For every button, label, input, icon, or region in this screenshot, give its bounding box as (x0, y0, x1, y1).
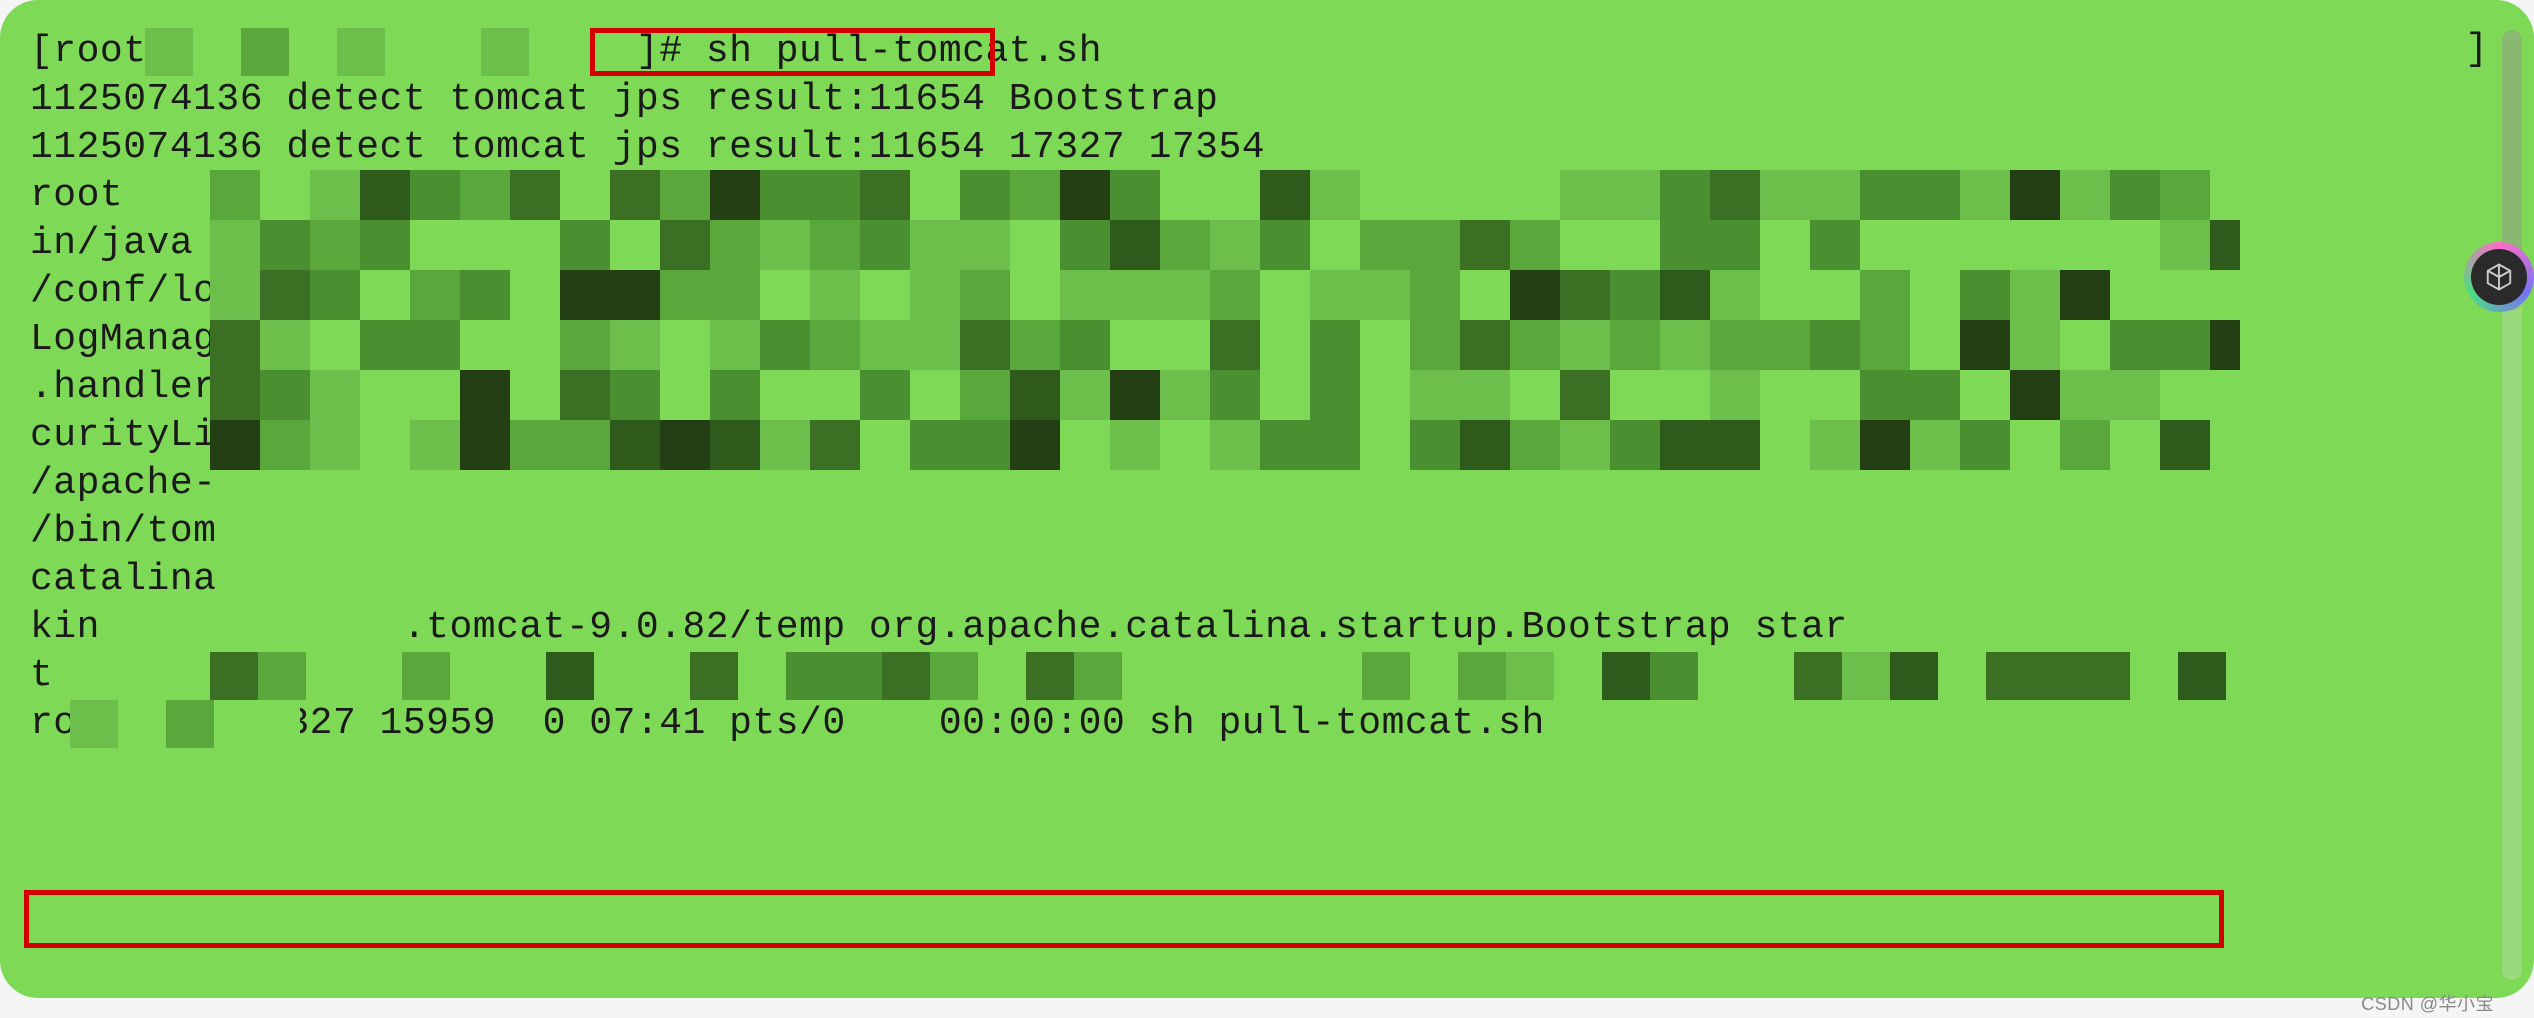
output-line: kin .tomcat-9.0.82/temp org.apache.catal… (30, 604, 2504, 652)
output-line: 1125074136 detect tomcat jps result:1165… (30, 76, 2504, 124)
output-line: /apache- (30, 460, 2504, 508)
output-line: catalina (30, 556, 2504, 604)
output-line: LogManag (30, 316, 2504, 364)
output-line: t (30, 652, 2504, 700)
output-line: .handler (30, 364, 2504, 412)
prompt-prefix: [root( (30, 30, 170, 73)
output-line: /conf/lo (30, 268, 2504, 316)
floating-badge[interactable] (2464, 242, 2534, 312)
output-line: root 17327 15959 0 07:41 pts/0 00:00:00 … (30, 700, 2504, 748)
output-line: root (30, 172, 2504, 220)
terminal-window[interactable]: [root( ]# sh pull-tomcat.sh 1125074136 d… (0, 0, 2534, 998)
prompt-suffix: ]# (636, 30, 683, 73)
watermark-text: CSDN @华小宝 (2361, 990, 2494, 1016)
output-line: curityLi (30, 412, 2504, 460)
output-line: /bin/tom (30, 508, 2504, 556)
highlight-annotation-bottom (24, 890, 2224, 948)
cube-icon (2471, 249, 2527, 305)
prompt-line: [root( ]# sh pull-tomcat.sh (30, 28, 2504, 76)
output-line: in/java (30, 220, 2504, 268)
scrollbar-track[interactable] (2502, 30, 2522, 980)
output-line: 1125074136 detect tomcat jps result:1165… (30, 124, 2504, 172)
bracket-right: ] (2465, 28, 2488, 71)
command-text: sh pull-tomcat.sh (706, 30, 1102, 73)
